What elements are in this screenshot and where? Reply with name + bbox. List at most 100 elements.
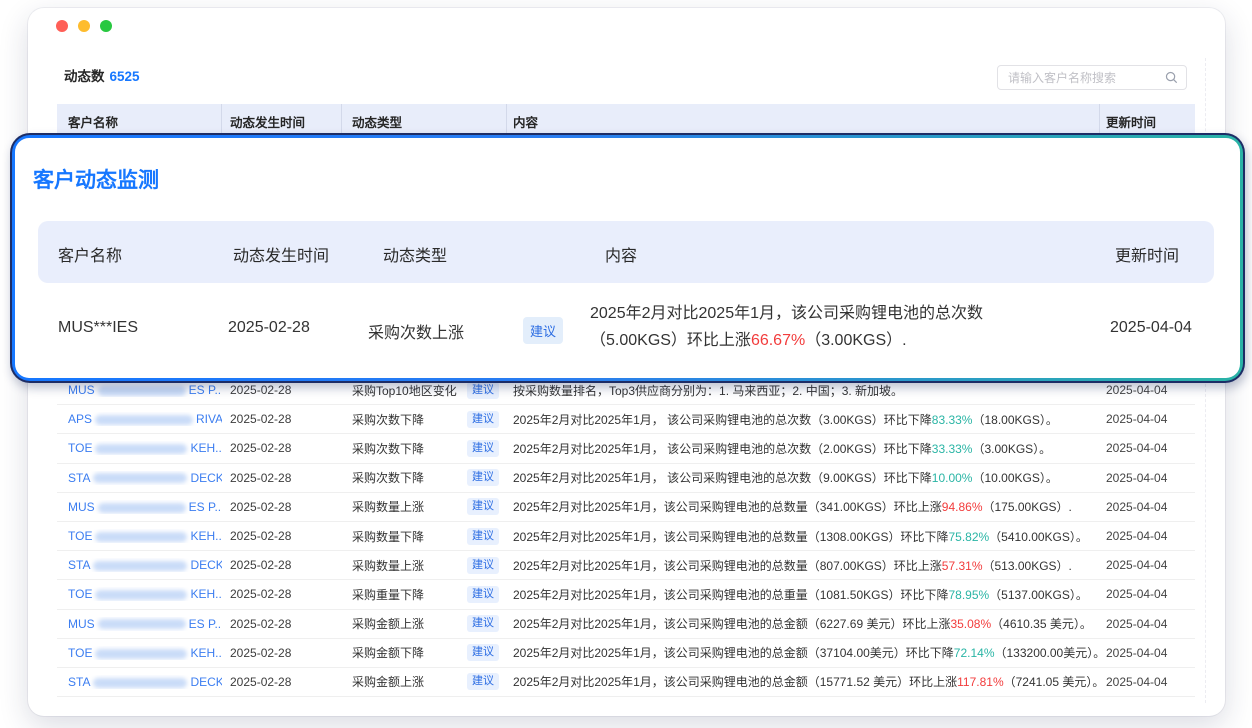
event-type-cell: 采购次数下降建议: [342, 469, 507, 486]
search-input[interactable]: [1006, 70, 1165, 86]
event-type-cell: 采购数量上涨建议: [342, 557, 507, 574]
content-text: 2025年2月对比2025年1月，该公司采购锂电池的总金额（37104.00美元…: [513, 646, 954, 660]
update-date: 2025-04-04: [1100, 529, 1195, 543]
customer-name-link[interactable]: MUSES P...: [57, 617, 222, 631]
event-type-label: 采购Top10地区变化: [352, 382, 457, 399]
customer-name-link[interactable]: MUSES P...: [57, 383, 222, 397]
content-text: 2025年2月对比2025年1月，该公司采购锂电池的总数量（341.00KGS）…: [513, 500, 942, 514]
customer-name-prefix: MUS: [68, 500, 95, 514]
update-date: 2025-04-04: [1100, 587, 1195, 601]
customer-name-suffix: KEH...: [190, 646, 222, 660]
table-row: TOEKEH...2025-02-28采购数量下降建议2025年2月对比2025…: [57, 522, 1195, 551]
customer-name-redacted: [95, 590, 187, 600]
event-type-cell: 采购Top10地区变化建议: [342, 382, 507, 399]
popup-event-content: 2025年2月对比2025年1月，该公司采购锂电池的总次数（5.00KGS）环比…: [590, 300, 1010, 354]
suggestion-badge: 建议: [467, 615, 499, 632]
content-percent: 33.33%: [932, 442, 973, 456]
event-content: 2025年2月对比2025年1月，该公司采购锂电池的总数量（1308.00KGS…: [507, 528, 1100, 545]
customer-name-link[interactable]: TOEKEH...: [57, 646, 222, 660]
suggestion-badge: 建议: [467, 498, 499, 515]
content-tail: （133200.00美元）。: [995, 646, 1101, 660]
customer-name-redacted: [93, 561, 187, 571]
customer-name-link[interactable]: STADECK...: [57, 675, 222, 689]
close-window-button[interactable]: [56, 20, 68, 32]
event-date: 2025-02-28: [222, 383, 342, 397]
event-date: 2025-02-28: [222, 617, 342, 631]
content-text: 2025年2月对比2025年1月，该公司采购锂电池的总重量（1081.50KGS…: [513, 588, 948, 602]
suggestion-badge: 建议: [467, 673, 499, 690]
content-percent: 72.14%: [954, 646, 995, 660]
event-date: 2025-02-28: [222, 675, 342, 689]
table-row: MUSES P...2025-02-28 采购数量上涨 建议 2025年2月对比202…: [57, 493, 1195, 522]
suggestion-badge: 建议: [467, 586, 499, 603]
customer-name-link[interactable]: MUSES P...: [57, 500, 222, 514]
customer-search-box[interactable]: [997, 65, 1187, 90]
customer-name-prefix: TOE: [68, 587, 92, 601]
content-percent: 35.08%: [950, 617, 991, 631]
event-content: 按采购数量排名，Top3供应商分别为：1. 马来西亚；2. 中国；3. 新加坡。: [507, 382, 1100, 399]
content-percent: 75.82%: [948, 530, 989, 544]
event-type-label: 采购数量上涨: [352, 557, 424, 574]
customer-name-redacted: [98, 503, 186, 513]
content-text: 2025年2月对比2025年1月，该公司采购锂电池的总金额（6227.69 美元…: [513, 617, 950, 631]
popup-table-header: 客户名称 动态发生时间 动态类型 内容 更新时间: [38, 221, 1214, 283]
popup-updated-date: 2025-04-04: [1110, 319, 1192, 337]
content-percent: 117.81%: [957, 675, 1003, 689]
event-date: 2025-02-28: [222, 471, 342, 485]
popup-event-type: 采购次数上涨: [368, 319, 464, 343]
zoom-window-button[interactable]: [100, 20, 112, 32]
event-content: 2025年2月对比2025年1月，该公司采购锂电池的总金额（37104.00美元…: [507, 644, 1100, 661]
popup-col-event-type: 动态类型: [383, 242, 447, 266]
customer-name-prefix: APS: [68, 412, 92, 426]
content-percent: 78.95%: [948, 588, 989, 602]
dynamics-count: 动态数6525: [64, 65, 140, 85]
popup-customer-name[interactable]: MUS***IES: [58, 319, 138, 337]
update-date: 2025-04-04: [1100, 412, 1195, 426]
update-date: 2025-04-04: [1100, 500, 1195, 514]
content-text: 2025年2月对比2025年1月， 该公司采购锂电池的总次数（3.00KGS）环…: [513, 413, 932, 427]
event-type-label: 采购数量上涨: [352, 498, 424, 515]
popup-col-customer: 客户名称: [58, 242, 122, 266]
event-type-label: 采购次数下降: [352, 411, 424, 428]
event-content: 2025年2月对比2025年1月，该公司采购锂电池的总重量（1081.50KGS…: [507, 586, 1100, 603]
customer-name-redacted: [93, 678, 187, 688]
update-date: 2025-04-04: [1100, 383, 1195, 397]
popup-col-event-date: 动态发生时间: [233, 242, 329, 266]
event-type-label: 采购金额上涨: [352, 673, 424, 690]
minimize-window-button[interactable]: [78, 20, 90, 32]
content-tail: （3.00KGS）。: [972, 442, 1051, 456]
content-text: 2025年2月对比2025年1月， 该公司采购锂电池的总次数（9.00KGS）环…: [513, 471, 932, 485]
customer-name-link[interactable]: TOEKEH...: [57, 441, 222, 455]
event-type-cell: 采购金额下降建议: [342, 644, 507, 661]
event-type-cell: 采购重量下降建议: [342, 586, 507, 603]
search-icon: [1165, 71, 1178, 84]
customer-name-suffix: ES P...: [189, 617, 222, 631]
event-date: 2025-02-28: [222, 646, 342, 660]
customer-name-link[interactable]: APS RIVAT...: [57, 412, 222, 426]
content-tail: （10.00KGS）。: [972, 471, 1057, 485]
customer-name-link[interactable]: STADECK...: [57, 471, 222, 485]
customer-name-suffix: KEH...: [190, 529, 222, 543]
customer-name-prefix: STA: [68, 675, 90, 689]
update-date: 2025-04-04: [1100, 646, 1195, 660]
customer-name-suffix: RIVAT...: [196, 412, 222, 426]
event-type-cell: 采购数量上涨 建议: [342, 498, 507, 515]
update-date: 2025-04-04: [1100, 558, 1195, 572]
customer-name-prefix: STA: [68, 558, 90, 572]
update-date: 2025-04-04: [1100, 617, 1195, 631]
customer-name-link[interactable]: TOEKEH...: [57, 529, 222, 543]
suggestion-badge: 建议: [467, 644, 499, 661]
content-tail: （7241.05 美元）。: [1004, 675, 1100, 689]
event-date: 2025-02-28: [222, 558, 342, 572]
popup-content-percent: 66.67%: [751, 332, 805, 349]
customer-name-link[interactable]: STADECK...: [57, 558, 222, 572]
customer-name-suffix: ES P...: [189, 383, 222, 397]
content-percent: 57.31%: [942, 559, 983, 573]
event-content: 2025年2月对比2025年1月，该公司采购锂电池的总金额（6227.69 美元…: [507, 615, 1100, 632]
customer-name-link[interactable]: TOEKEH...: [57, 587, 222, 601]
event-date: 2025-02-28: [222, 441, 342, 455]
content-text: 2025年2月对比2025年1月，该公司采购锂电池的总数量（1308.00KGS…: [513, 530, 948, 544]
suggestion-badge: 建议: [467, 411, 499, 428]
content-text: 按采购数量排名，Top3供应商分别为：1. 马来西亚；2. 中国；3. 新加坡。: [513, 384, 903, 398]
event-date: 2025-02-28: [222, 500, 342, 514]
